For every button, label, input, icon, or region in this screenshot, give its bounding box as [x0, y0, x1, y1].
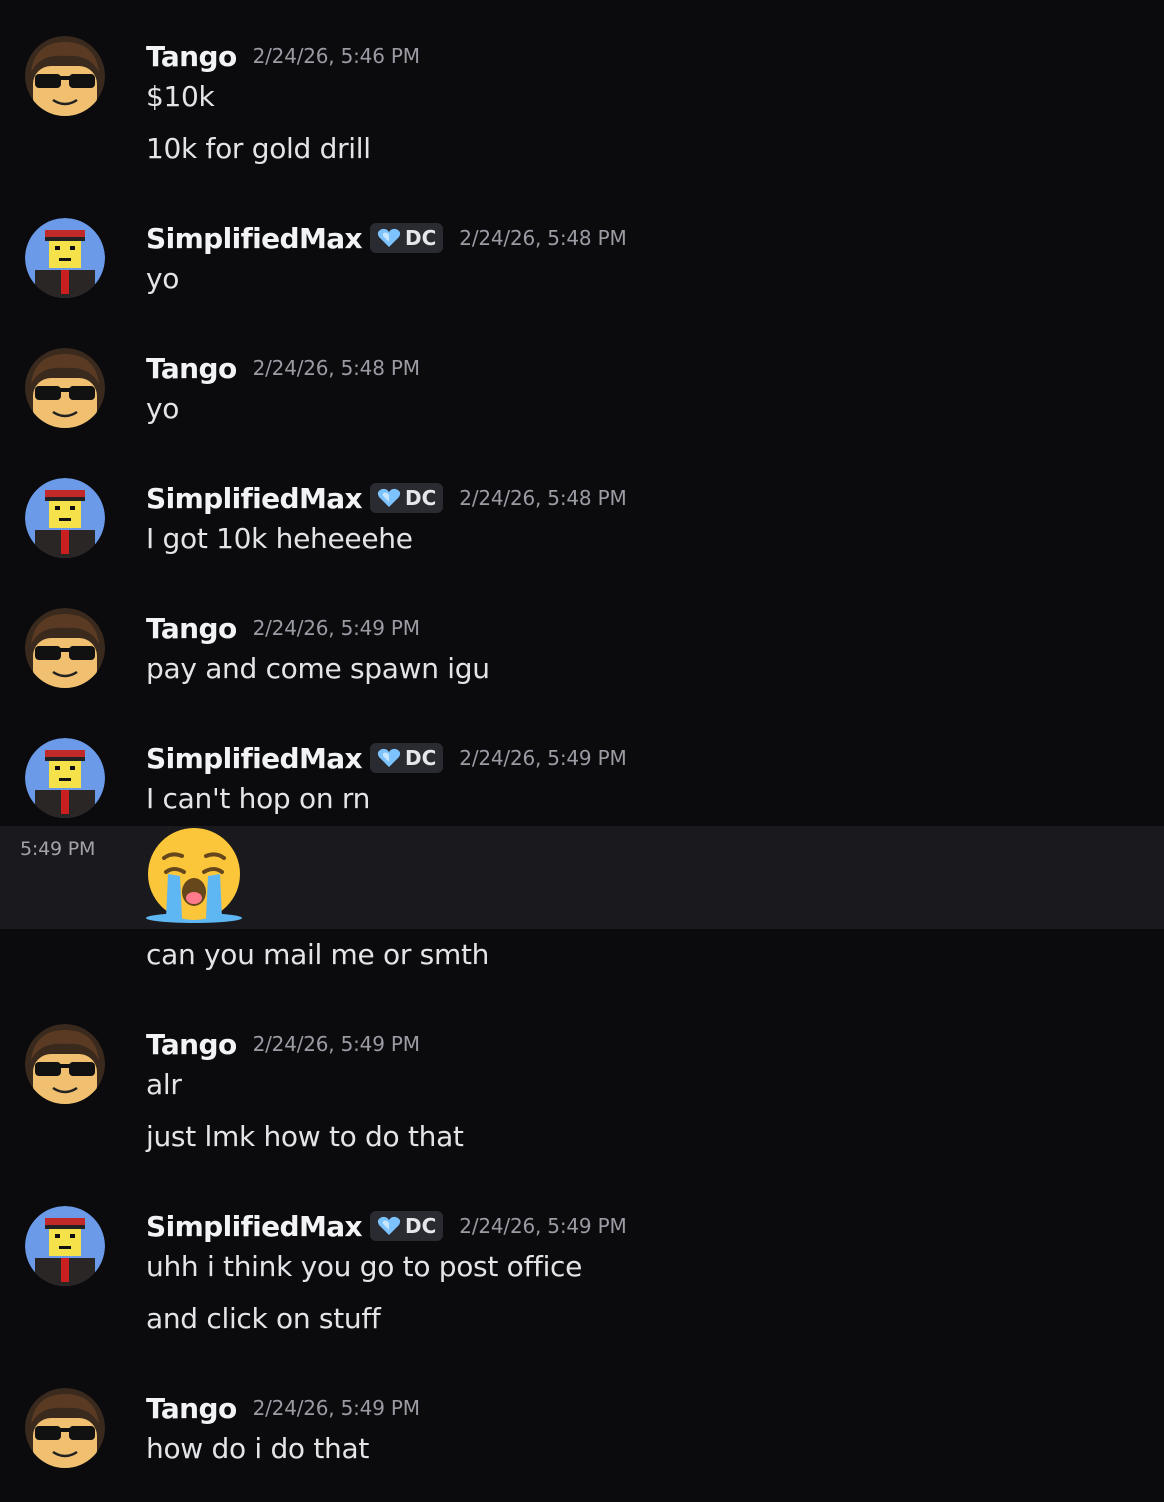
message-text: I got 10k heheeehe	[146, 522, 413, 555]
username[interactable]: Tango	[146, 612, 237, 645]
clan-tag-label: DC	[405, 226, 437, 250]
username[interactable]: Tango	[146, 1028, 237, 1061]
heart-icon	[377, 1216, 401, 1235]
message-text: $10k	[146, 80, 215, 113]
message-header: Tango 2/24/26, 5:48 PM	[146, 348, 420, 388]
clan-tag-badge[interactable]: DC	[370, 223, 444, 253]
message-text: just lmk how to do that	[146, 1120, 464, 1153]
timestamp[interactable]: 2/24/26, 5:49 PM	[459, 1214, 626, 1238]
message-header: SimplifiedMax DC 2/24/26, 5:49 PM	[146, 1206, 627, 1246]
message-text: 10k for gold drill	[146, 132, 371, 165]
simplifiedmax-avatar[interactable]	[25, 218, 105, 298]
hover-timestamp: 5:49 PM	[20, 838, 96, 860]
message-header: SimplifiedMax DC 2/24/26, 5:48 PM	[146, 218, 627, 258]
loudly-crying-face-icon[interactable]	[144, 828, 244, 924]
message-header: SimplifiedMax DC 2/24/26, 5:48 PM	[146, 478, 627, 518]
message-text: and click on stuff	[146, 1302, 381, 1335]
clan-tag-label: DC	[405, 486, 437, 510]
clan-tag-badge[interactable]: DC	[370, 1211, 444, 1241]
tango-avatar[interactable]	[25, 36, 105, 116]
heart-icon	[377, 228, 401, 247]
timestamp[interactable]: 2/24/26, 5:49 PM	[253, 1396, 420, 1420]
username[interactable]: SimplifiedMax	[146, 222, 363, 255]
tango-avatar[interactable]	[25, 1388, 105, 1468]
simplifiedmax-avatar[interactable]	[25, 738, 105, 818]
timestamp[interactable]: 2/24/26, 5:49 PM	[459, 746, 626, 770]
tango-avatar[interactable]	[25, 348, 105, 428]
message-header: SimplifiedMax DC 2/24/26, 5:49 PM	[146, 738, 627, 778]
tango-avatar[interactable]	[25, 608, 105, 688]
message-text: pay and come spawn igu	[146, 652, 490, 685]
clan-tag-label: DC	[405, 1214, 437, 1238]
simplifiedmax-avatar[interactable]	[25, 478, 105, 558]
timestamp[interactable]: 2/24/26, 5:48 PM	[459, 486, 626, 510]
message-text: uhh i think you go to post office	[146, 1250, 583, 1283]
message-text: how do i do that	[146, 1432, 370, 1465]
clan-tag-label: DC	[405, 746, 437, 770]
username[interactable]: Tango	[146, 1392, 237, 1425]
username[interactable]: Tango	[146, 352, 237, 385]
message-header: Tango 2/24/26, 5:46 PM	[146, 36, 420, 76]
timestamp[interactable]: 2/24/26, 5:46 PM	[253, 44, 420, 68]
message-header: Tango 2/24/26, 5:49 PM	[146, 608, 420, 648]
message-text: can you mail me or smth	[146, 938, 490, 971]
timestamp[interactable]: 2/24/26, 5:48 PM	[253, 356, 420, 380]
username[interactable]: Tango	[146, 40, 237, 73]
heart-icon	[377, 748, 401, 767]
message-header: Tango 2/24/26, 5:49 PM	[146, 1024, 420, 1064]
simplifiedmax-avatar[interactable]	[25, 1206, 105, 1286]
message-text: I can't hop on rn	[146, 782, 371, 815]
message-text: yo	[146, 392, 180, 425]
tango-avatar[interactable]	[25, 1024, 105, 1104]
message-header: Tango 2/24/26, 5:49 PM	[146, 1388, 420, 1428]
username[interactable]: SimplifiedMax	[146, 1210, 363, 1243]
message-text: alr	[146, 1068, 182, 1101]
timestamp[interactable]: 2/24/26, 5:49 PM	[253, 1032, 420, 1056]
username[interactable]: SimplifiedMax	[146, 482, 363, 515]
username[interactable]: SimplifiedMax	[146, 742, 363, 775]
heart-icon	[377, 488, 401, 507]
clan-tag-badge[interactable]: DC	[370, 483, 444, 513]
clan-tag-badge[interactable]: DC	[370, 743, 444, 773]
timestamp[interactable]: 2/24/26, 5:48 PM	[459, 226, 626, 250]
message-text: yo	[146, 262, 180, 295]
timestamp[interactable]: 2/24/26, 5:49 PM	[253, 616, 420, 640]
